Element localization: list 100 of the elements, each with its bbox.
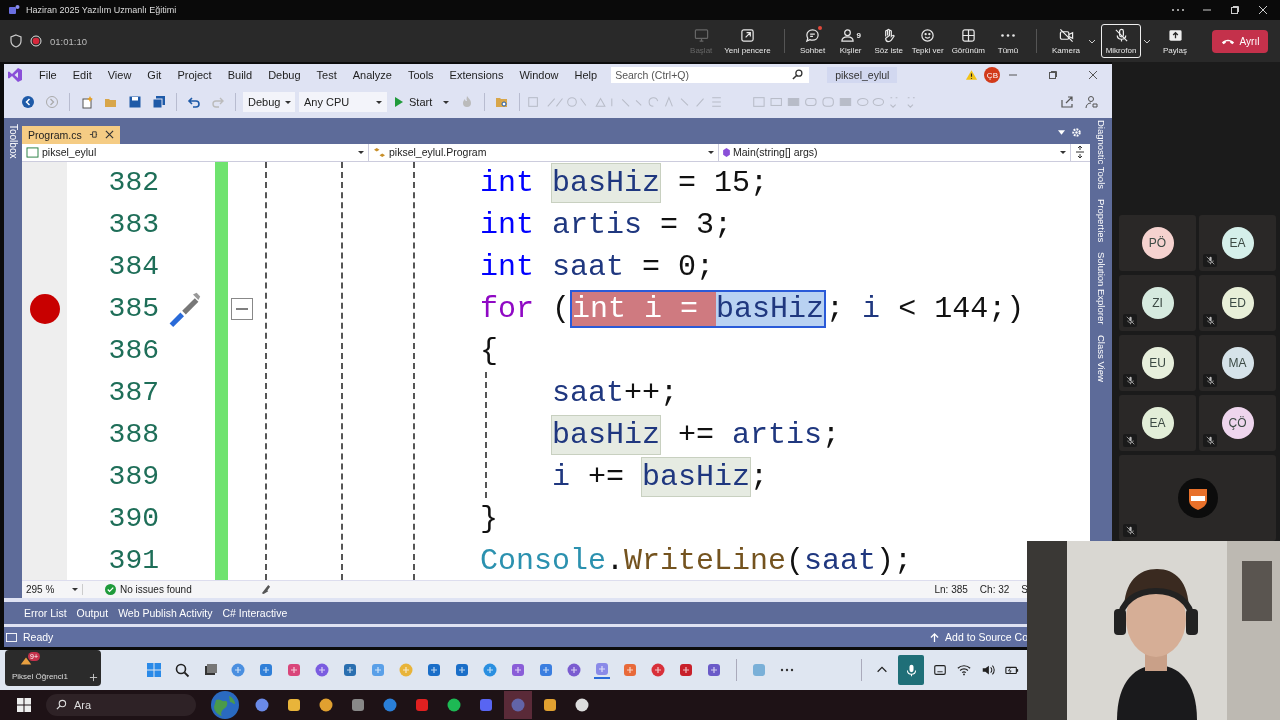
collapse-icon[interactable] (231, 297, 253, 320)
globe-icon[interactable] (210, 690, 240, 720)
share-icon[interactable] (1060, 95, 1074, 109)
wifi-icon[interactable] (957, 663, 971, 677)
plus-icon[interactable] (89, 673, 98, 682)
menu-item[interactable]: Help (566, 69, 606, 81)
device-button[interactable]: Mikrofon (1101, 24, 1141, 58)
caret-icon[interactable] (1143, 38, 1151, 44)
configuration-dropdown[interactable]: Debug (243, 92, 295, 112)
close-icon[interactable] (1088, 70, 1098, 80)
panel-tab[interactable]: C# Interactive (222, 607, 288, 619)
platform-dropdown[interactable]: Any CPU (299, 92, 387, 112)
menu-item[interactable]: Test (308, 69, 345, 81)
app-icon[interactable] (678, 662, 694, 678)
participant-tile[interactable]: ZI (1119, 275, 1196, 331)
toolbox-strip[interactable]: Toolbox (4, 118, 22, 598)
search-field[interactable]: Search (Ctrl+Q) (611, 67, 810, 83)
undo-icon[interactable] (187, 95, 201, 109)
windows-logo-icon[interactable] (16, 697, 32, 713)
zoom-dropdown[interactable]: 295 % (22, 584, 83, 596)
navigation-dropdown[interactable]: piksel_eylul.Program (369, 143, 719, 161)
volume-icon[interactable] (981, 663, 995, 677)
menu-item[interactable]: Tools (399, 69, 442, 81)
participant-tile[interactable]: EA (1199, 215, 1276, 271)
restore-icon[interactable] (1230, 5, 1240, 15)
navigation-dropdown[interactable]: Main(string[] args) (719, 143, 1071, 161)
participant-tile[interactable]: EA (1119, 395, 1196, 451)
meeting-button[interactable]: Sohbet (793, 24, 832, 58)
leave-button[interactable]: Ayrıl (1212, 29, 1268, 53)
app-icon[interactable] (286, 697, 302, 713)
save-all-icon[interactable] (152, 95, 166, 109)
menu-item[interactable]: Edit (64, 69, 100, 81)
app-icon[interactable] (350, 697, 366, 713)
menu-item[interactable]: Window (511, 69, 567, 81)
app-circle-icon[interactable] (574, 697, 590, 713)
notification-icon[interactable] (6, 632, 17, 642)
tool-window-tab[interactable]: Properties (1095, 199, 1107, 243)
panel-tab[interactable]: Error List (24, 607, 67, 619)
feedback-icon[interactable] (1084, 95, 1098, 109)
participant-tile[interactable]: ED (1199, 275, 1276, 331)
settings-icon[interactable] (1071, 127, 1082, 139)
tool-window-tab[interactable]: Diagnostic Tools (1095, 120, 1107, 189)
app-icon[interactable] (478, 697, 494, 713)
document-tab[interactable]: Program.cs (22, 125, 120, 144)
app-circle-icon[interactable] (446, 697, 462, 713)
menu-item[interactable]: Debug (260, 69, 309, 81)
start-button[interactable]: Start (391, 96, 454, 108)
meeting-button[interactable]: Söz iste (869, 24, 908, 58)
folder-search-icon[interactable] (495, 95, 510, 109)
breakpoint-margin[interactable] (22, 161, 67, 581)
participant-tile[interactable]: PÖ (1119, 215, 1196, 271)
navigation-dropdown[interactable]: piksel_eylul (22, 143, 369, 161)
restore-icon[interactable] (1048, 70, 1058, 80)
user-avatar[interactable]: ÇB (984, 67, 1001, 83)
menu-item[interactable]: Build (219, 69, 261, 81)
meeting-button[interactable]: 9 Kişiler (831, 24, 870, 58)
menu-item[interactable]: Analyze (344, 69, 400, 81)
app-circle-icon[interactable] (254, 697, 270, 713)
meeting-button[interactable]: Yeni pencere (720, 24, 775, 58)
menu-item[interactable]: Extensions (441, 69, 512, 81)
microphone-off-icon (1113, 27, 1129, 43)
up-arrow-icon[interactable] (930, 632, 940, 642)
brush-icon[interactable] (259, 584, 271, 596)
app-icon[interactable] (706, 662, 722, 678)
meeting-button[interactable]: Tepki ver (907, 24, 948, 58)
save-icon[interactable] (128, 95, 142, 109)
participant-tile[interactable] (1119, 455, 1276, 541)
back-icon[interactable] (21, 95, 35, 109)
microphone-button[interactable] (898, 655, 924, 685)
menu-item[interactable]: View (99, 69, 140, 81)
menu-item[interactable]: File (31, 69, 65, 81)
split-icon[interactable] (1075, 146, 1085, 159)
meeting-button[interactable]: Görünüm (947, 24, 989, 58)
share-button[interactable]: Paylaş (1156, 24, 1194, 58)
caret-icon[interactable] (1058, 130, 1065, 136)
menu-item[interactable]: Project (169, 69, 220, 81)
search-field[interactable]: Ara (46, 694, 196, 716)
device-button[interactable]: Kamera (1046, 24, 1086, 58)
caret-icon[interactable] (1088, 38, 1096, 44)
warning-icon[interactable] (965, 69, 979, 81)
pin-icon[interactable] (88, 130, 98, 140)
close-icon[interactable] (104, 130, 114, 140)
meeting-button[interactable]: Tümü (989, 24, 1027, 58)
app-icon[interactable] (342, 662, 358, 678)
app-icon[interactable] (542, 697, 558, 713)
tool-window-tab[interactable]: Solution Explorer (1095, 252, 1107, 325)
panel-tab[interactable]: Output (76, 607, 109, 619)
tool-window-tab[interactable]: Class View (1095, 334, 1107, 382)
participant-tile[interactable]: EU (1119, 335, 1196, 391)
screen-icon (693, 27, 709, 43)
panel-tab[interactable]: Web Publish Activity (118, 607, 213, 619)
task-view-icon[interactable] (202, 662, 218, 678)
participant-tile[interactable]: MA (1199, 335, 1276, 391)
menu-item[interactable]: Git (139, 69, 170, 81)
new-item-icon[interactable] (80, 95, 94, 109)
app-circle-icon[interactable] (318, 697, 334, 713)
tablet-icon[interactable] (933, 663, 947, 677)
search-icon[interactable] (174, 662, 190, 678)
issues-status[interactable]: No issues found (120, 584, 192, 596)
participant-tile[interactable]: ÇÖ (1199, 395, 1276, 451)
